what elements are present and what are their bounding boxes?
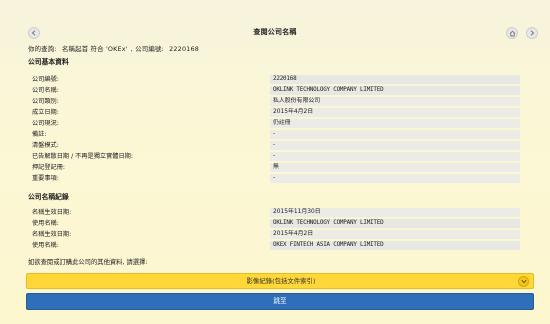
- image-records-label: 影像紀錄(包括文件索引): [246, 277, 316, 285]
- more-info-hint: 如欲查閱或訂購此公司的其他資料, 請選擇:: [28, 259, 148, 266]
- basic-row: 清盤模式: -: [0, 141, 550, 150]
- row-value: 仍註冊: [270, 119, 520, 128]
- basic-row: 備註: -: [0, 130, 550, 139]
- name-row: 名稱生效日期: 2015年11月30日: [0, 208, 550, 217]
- top-bar: 查閱公司名稱: [0, 24, 550, 42]
- row-label: 使用名稱:: [32, 220, 59, 227]
- query-company-no: 2220168: [169, 45, 200, 53]
- forward-arrow-icon: [529, 30, 535, 36]
- row-value: -: [270, 174, 520, 183]
- row-label: 名稱生效日期:: [32, 209, 72, 216]
- row-value: -: [270, 152, 520, 161]
- row-value: OKEX FINTECH ASIA COMPANY LIMITED: [270, 241, 520, 250]
- row-label: 清盤模式:: [32, 142, 59, 149]
- name-row: 使用名稱: OKEX FINTECH ASIA COMPANY LIMITED: [0, 241, 550, 250]
- row-value: 無: [270, 163, 520, 172]
- row-value: -: [270, 141, 520, 150]
- row-value: OKLINK TECHNOLOGY COMPANY LIMITED: [270, 219, 520, 228]
- page-title: 查閱公司名稱: [253, 28, 297, 36]
- basic-row: 公司現況: 仍註冊: [0, 119, 550, 128]
- row-label: 成立日期:: [32, 109, 59, 116]
- row-label: 公司現況:: [32, 120, 59, 127]
- basic-row: 已告解散日期 / 不再是獨立實體日期: -: [0, 152, 550, 161]
- row-value: OKLINK TECHNOLOGY COMPANY LIMITED: [270, 86, 520, 95]
- row-value: 2015年4月2日: [270, 230, 520, 239]
- basic-row: 公司類別: 私人股份有限公司: [0, 97, 550, 106]
- query-prefix: 你的查詢:: [28, 45, 57, 53]
- go-button[interactable]: 跳至: [26, 293, 534, 310]
- basic-row: 重要事項: -: [0, 174, 550, 183]
- name-row: 使用名稱: OKLINK TECHNOLOGY COMPANY LIMITED: [0, 219, 550, 228]
- row-value: 私人股份有限公司: [270, 97, 520, 106]
- basic-row: 公司編號: 2220168: [0, 75, 550, 84]
- row-value: -: [270, 130, 520, 139]
- name-history-heading: 公司名稱紀錄: [28, 193, 69, 201]
- basic-row: 成立日期: 2015年4月2日: [0, 108, 550, 117]
- row-label: 已告解散日期 / 不再是獨立實體日期:: [32, 153, 133, 160]
- row-label: 重要事項:: [32, 175, 59, 182]
- row-label: 押記登記冊:: [32, 164, 66, 171]
- row-value: 2015年11月30日: [270, 208, 520, 217]
- image-records-dropdown[interactable]: 影像紀錄(包括文件索引): [26, 273, 534, 289]
- query-company-no-label: 公司編號:: [135, 45, 164, 53]
- forward-button[interactable]: [526, 27, 538, 39]
- query-criteria: 名稱起首 符合 'OKEx': [61, 45, 128, 53]
- basic-info-heading: 公司基本資料: [28, 58, 69, 66]
- home-icon: [509, 30, 516, 37]
- name-row: 名稱生效日期: 2015年4月2日: [0, 230, 550, 239]
- row-label: 備註:: [32, 131, 47, 138]
- row-value: 2220168: [270, 75, 520, 84]
- row-label: 公司類別:: [32, 98, 59, 105]
- basic-row: 押記登記冊: 無: [0, 163, 550, 172]
- row-value: 2015年4月2日: [270, 108, 520, 117]
- row-label: 公司名稱:: [32, 87, 59, 94]
- basic-row: 公司名稱: OKLINK TECHNOLOGY COMPANY LIMITED: [0, 86, 550, 95]
- chevron-down-icon[interactable]: [518, 276, 529, 287]
- company-search-page: 查閱公司名稱 你的查詢: 名稱起首 符合 'OKEx', 公司編號: 22201…: [0, 0, 550, 324]
- query-summary: 你的查詢: 名稱起首 符合 'OKEx', 公司編號: 2220168: [28, 45, 200, 53]
- row-label: 使用名稱:: [32, 242, 59, 249]
- home-button[interactable]: [506, 27, 518, 39]
- row-label: 名稱生效日期:: [32, 231, 72, 238]
- row-label: 公司編號:: [32, 76, 59, 83]
